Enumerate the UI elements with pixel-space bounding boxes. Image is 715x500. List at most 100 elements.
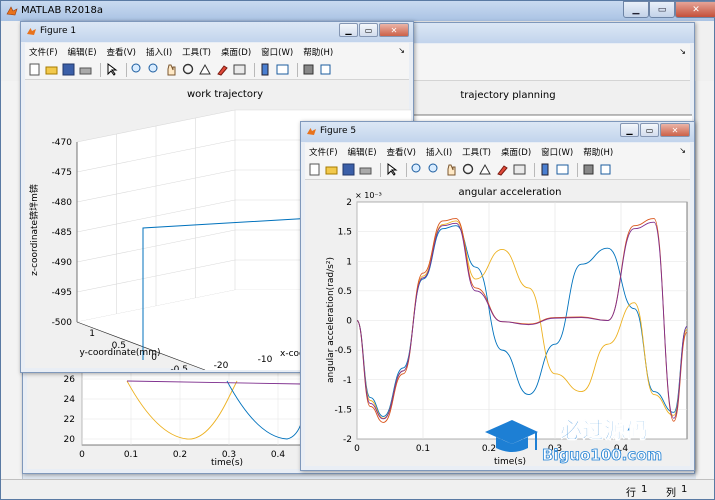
fig5-menu-item-5[interactable]: 桌面(D) (501, 146, 531, 158)
figure-5-minimize-button[interactable]: ▁ (620, 123, 639, 137)
zoom-in-icon[interactable] (131, 63, 144, 76)
brush-icon[interactable] (496, 163, 509, 176)
figure-5-toolbar (305, 160, 690, 180)
open-folder-icon[interactable] (45, 63, 58, 76)
fig5-ylabel: angular acceleration(rad/s²) (326, 257, 336, 383)
figure-1-close-button[interactable]: ✕ (379, 23, 409, 37)
fig1-menu-dock-arrow-icon[interactable]: ↘ (398, 46, 405, 55)
fig5-ytick-label: -1 (343, 376, 352, 386)
figure-5-title: Figure 5 (320, 126, 357, 136)
figure-5-title-bar: Figure 5 ▁ ▭ ✕ (301, 122, 694, 142)
figure-1-title: Figure 1 (40, 26, 77, 36)
zoom-in-icon[interactable] (411, 163, 424, 176)
figure-5-maximize-button[interactable]: ▭ (640, 123, 659, 137)
figure-1-maximize-button[interactable]: ▭ (359, 23, 378, 37)
fig1-zlabel: z-coordinate锛坢m锛 (28, 184, 40, 276)
fig1-menu-item-4[interactable]: 工具(T) (182, 46, 211, 58)
link-plot-icon[interactable] (233, 63, 246, 76)
fig5-ytick-label: -0.5 (334, 346, 352, 356)
figure-icon (307, 128, 316, 135)
hide-plot-tools-icon[interactable] (582, 163, 595, 176)
fig5-ytick-label: 0.5 (338, 287, 352, 297)
pan-hand-icon[interactable] (165, 63, 178, 76)
main-title-bar: MATLAB R2018a ▁ ▭ ✕ (1, 1, 715, 21)
main-maximize-button[interactable]: ▭ (649, 1, 675, 18)
fig5-ytick-label: 0 (346, 317, 352, 327)
figure-5-close-button[interactable]: ✕ (660, 123, 690, 137)
fig5-exponent-label: × 10⁻³ (355, 191, 382, 200)
print-icon[interactable] (359, 163, 372, 176)
fig5-menu-item-1[interactable]: 编辑(E) (348, 146, 377, 158)
fig5-menu-item-4[interactable]: 工具(T) (462, 146, 491, 158)
fig1-ytick-label: 1 (89, 329, 95, 339)
behind-ytick-label: 24 (64, 395, 76, 405)
fig1-menu-item-5[interactable]: 桌面(D) (221, 46, 251, 58)
show-plot-tools-icon[interactable] (599, 163, 612, 176)
watermark-line1: 必过源码 (560, 418, 648, 444)
fig1-toolbar-separator (254, 62, 255, 77)
legend-icon[interactable] (556, 163, 569, 176)
fig5-xtick-label: 0 (354, 444, 360, 454)
fig1-toolbar-separator (297, 62, 298, 77)
main-minimize-button[interactable]: ▁ (623, 1, 649, 18)
fig5-menu-item-0[interactable]: 文件(F) (309, 146, 338, 158)
fig1-ztick-label: -500 (52, 318, 73, 328)
data-cursor-icon[interactable] (199, 63, 212, 76)
fig1-menu-item-3[interactable]: 插入(I) (146, 46, 172, 58)
behind-menu-dock-arrow-icon[interactable]: ↘ (679, 47, 686, 56)
status-row-value: 1 (641, 484, 648, 495)
print-icon[interactable] (79, 63, 92, 76)
fig1-menu-item-6[interactable]: 窗口(W) (261, 46, 293, 58)
open-folder-icon[interactable] (325, 163, 338, 176)
fig1-ztick-label: -480 (52, 198, 73, 208)
main-status-bar: 行 1 列 1 (1, 479, 714, 499)
pan-hand-icon[interactable] (445, 163, 458, 176)
fig1-ylabel: y-coordinate(mm) (80, 348, 161, 358)
fig5-menu-item-6[interactable]: 窗口(W) (541, 146, 573, 158)
pointer-icon[interactable] (105, 63, 118, 76)
zoom-out-icon[interactable] (148, 63, 161, 76)
fig1-menu-item-0[interactable]: 文件(F) (29, 46, 58, 58)
fig5-chart-title: angular acceleration (459, 187, 562, 198)
new-file-icon[interactable] (308, 163, 321, 176)
fig1-toolbar-separator (100, 62, 101, 77)
fig5-menu-item-3[interactable]: 插入(I) (426, 146, 452, 158)
new-file-icon[interactable] (28, 63, 41, 76)
legend-icon[interactable] (276, 63, 289, 76)
show-plot-tools-icon[interactable] (319, 63, 332, 76)
fig5-ytick-label: 2 (346, 198, 352, 208)
link-plot-icon[interactable] (513, 163, 526, 176)
main-window-title: MATLAB R2018a (21, 5, 104, 16)
save-icon[interactable] (342, 163, 355, 176)
main-close-button[interactable]: ✕ (675, 1, 715, 18)
figure-1-minimize-button[interactable]: ▁ (339, 23, 358, 37)
fig5-menu-item-7[interactable]: 帮助(H) (583, 146, 613, 158)
rotate-3d-icon[interactable] (462, 163, 475, 176)
fig1-toolbar-separator (126, 62, 127, 77)
fig5-menu-dock-arrow-icon[interactable]: ↘ (679, 146, 686, 155)
fig5-ytick-label: 1.5 (338, 228, 352, 238)
fig1-menu-item-2[interactable]: 查看(V) (107, 46, 136, 58)
fig1-menu-item-1[interactable]: 编辑(E) (68, 46, 97, 58)
colorbar-icon[interactable] (259, 63, 272, 76)
rotate-3d-icon[interactable] (182, 63, 195, 76)
colorbar-icon[interactable] (539, 163, 552, 176)
fig5-toolbar-separator (577, 162, 578, 177)
pointer-icon[interactable] (385, 163, 398, 176)
fig1-xtick-label: -20 (214, 361, 229, 370)
watermark-line2: Biguo100.com (542, 446, 662, 464)
hide-plot-tools-icon[interactable] (302, 63, 315, 76)
data-cursor-icon[interactable] (479, 163, 492, 176)
fig5-menu-item-2[interactable]: 查看(V) (387, 146, 416, 158)
brush-icon[interactable] (216, 63, 229, 76)
fig5-ytick-label: -1.5 (334, 405, 352, 415)
behind-chart-title: trajectory planning (460, 90, 555, 101)
save-icon[interactable] (62, 63, 75, 76)
fig1-xtick-label: -10 (258, 355, 273, 365)
fig5-ytick-label: -2 (343, 435, 352, 445)
status-col-label: 列 (666, 488, 676, 499)
fig1-ztick-label: -485 (52, 228, 72, 238)
zoom-out-icon[interactable] (428, 163, 441, 176)
biguo-watermark-logo: 必过源码 Biguo100.com (485, 418, 663, 464)
fig1-menu-item-7[interactable]: 帮助(H) (303, 46, 333, 58)
